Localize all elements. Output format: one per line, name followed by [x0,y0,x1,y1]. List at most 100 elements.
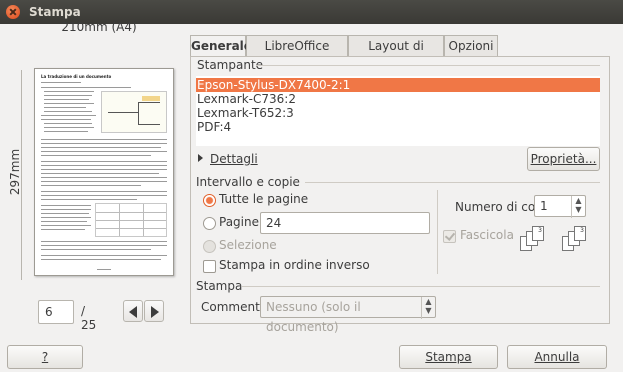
preview-line [44,111,92,112]
preview-line [41,221,87,222]
preview-line [97,269,111,270]
range-section-label: Intervallo e copie [196,175,300,189]
properties-button[interactable]: Proprietà... [527,147,600,171]
preview-line [44,91,94,92]
page-preview: La traduzione di un documento [34,68,174,276]
preview-line [41,139,167,140]
print-section-label: Stampa [196,279,243,293]
pages-label[interactable]: Pagine [219,215,259,229]
preview-line [41,115,96,116]
collate-icon: 1 2 3 [520,226,548,252]
preview-line [41,213,89,214]
preview-line [41,119,91,120]
preview-figure [101,91,167,133]
preview-line [41,255,167,256]
tab-libreoffice-writer[interactable]: LibreOffice Writer [246,35,348,73]
help-button[interactable]: ? [7,345,83,369]
height-dimension-line [21,70,22,280]
cancel-button-label: Annulla [534,350,580,364]
tab-opzioni[interactable]: Opzioni [444,35,498,56]
print-button-label: Stampa [425,350,472,364]
section-separator [256,65,600,66]
preview-table [95,203,167,237]
page-total: / 25 [81,304,97,332]
print-button[interactable]: Stampa [399,345,498,369]
preview-line [41,241,167,242]
reverse-order-label[interactable]: Stampa in ordine inverso [219,258,370,272]
printer-list[interactable]: Epson-Stylus-DX7400-2:1 Lexmark-C736:2 L… [196,76,600,146]
preview-line [41,155,151,156]
preview-line [41,173,159,174]
preview-line [41,229,85,230]
triangle-right-icon [198,154,203,162]
collate-icon: 1 2 3 [562,226,590,252]
details-label: Dettagli [210,152,258,166]
preview-line [41,185,141,186]
comments-select[interactable]: Nessuno (solo il documento) ▲ ▼ [260,296,436,334]
next-page-button[interactable] [144,300,164,322]
preview-line [41,245,167,246]
details-expander[interactable]: Dettagli [198,152,258,166]
vertical-divider [437,190,438,274]
preview-line [41,147,161,148]
properties-button-label: Proprietà... [530,152,597,166]
background-strip [0,372,623,378]
preview-line [41,143,167,144]
comments-label: Commenti [201,300,264,314]
preview-line [44,103,94,104]
previous-page-button[interactable] [123,300,143,322]
preview-doc-heading: La traduzione di un documento [41,74,112,79]
preview-line [41,259,161,260]
page-number-input[interactable]: 6 [38,300,74,324]
preview-line [41,209,91,210]
paper-width-label: 210mm (A4) [61,20,137,34]
preview-line [41,177,167,178]
preview-line [44,123,92,124]
pages-radio[interactable] [203,217,216,230]
help-button-label: ? [41,350,49,364]
preview-line [41,199,137,200]
all-pages-label[interactable]: Tutte le pagine [219,192,308,206]
preview-line [41,82,81,83]
collate-checkbox[interactable] [443,230,456,243]
preview-line [41,87,131,88]
cancel-button[interactable]: Annulla [507,345,607,369]
collate-label: Fascicola [460,228,514,242]
preview-line [44,127,94,128]
selection-radio[interactable] [203,240,216,253]
preview-line [41,225,91,226]
printer-item[interactable]: PDF:4 [196,120,600,134]
preview-line [44,95,92,96]
copies-input[interactable]: 1 ▲ ▼ [534,195,586,218]
spin-arrows-icon[interactable]: ▲ ▼ [571,196,585,218]
reverse-order-checkbox[interactable] [203,260,216,273]
preview-line [41,151,167,152]
selection-label: Selezione [219,238,277,252]
arrow-left-icon [129,306,137,318]
preview-line [44,131,88,132]
tab-layout-di-pagina[interactable]: Layout di pagina [348,35,444,73]
preview-line [41,217,91,218]
preview-line [44,107,86,108]
copies-value: 1 [540,199,548,213]
section-separator [305,182,600,183]
preview-line [41,205,91,206]
preview-line [41,181,167,182]
dropdown-arrows-icon: ▲ ▼ [421,297,435,319]
printer-item[interactable]: Lexmark-T652:3 [196,106,600,120]
preview-line [41,169,167,170]
comments-value: Nessuno (solo il documento) [266,300,361,334]
arrow-right-icon [151,306,159,318]
preview-line [41,249,151,250]
printer-item[interactable]: Lexmark-C736:2 [196,92,600,106]
all-pages-radio[interactable] [203,194,216,207]
preview-line [41,165,167,166]
preview-line [41,195,167,196]
printer-item[interactable]: Epson-Stylus-DX7400-2:1 [196,78,600,92]
tab-generale[interactable]: Generale [190,35,252,57]
preview-line [41,191,167,192]
preview-line [44,99,89,100]
pages-input[interactable]: 24 [260,212,430,234]
close-icon[interactable] [6,5,20,19]
preview-line [41,161,167,162]
